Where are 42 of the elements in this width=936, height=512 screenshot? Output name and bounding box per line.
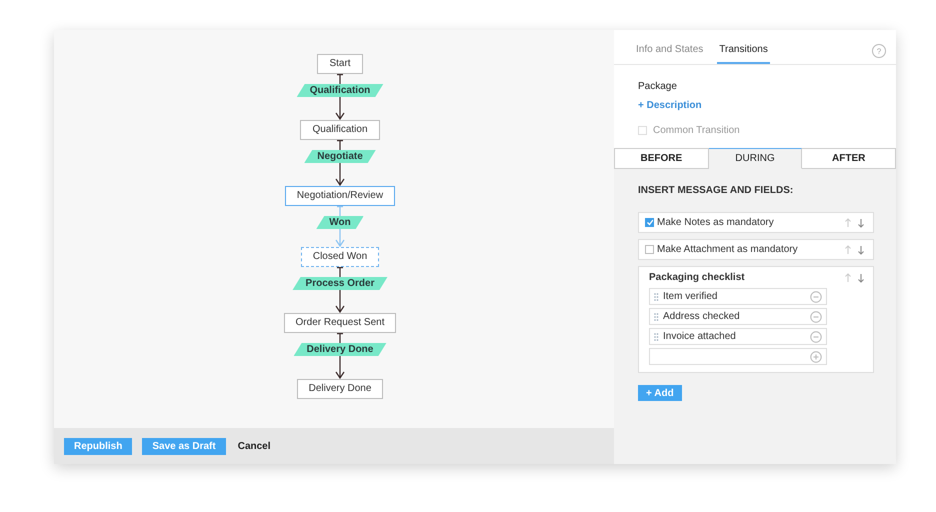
move-down-icon[interactable]	[857, 218, 865, 228]
checklist-item[interactable]: Item verified	[649, 288, 827, 305]
drag-handle-icon[interactable]	[654, 292, 659, 300]
move-down-icon[interactable]	[857, 272, 865, 282]
move-up-icon[interactable]	[844, 272, 852, 282]
cancel-link[interactable]: Cancel	[236, 438, 273, 454]
checklist-title: Packaging checklist	[649, 272, 746, 283]
phase-tab[interactable]: BEFORE	[614, 148, 709, 169]
field-label: Make Notes as mandatory	[657, 217, 775, 228]
phase-tab[interactable]: AFTER	[802, 148, 896, 169]
state-node[interactable]: Delivery Done	[296, 379, 384, 399]
phase-tab[interactable]: DURING	[708, 148, 802, 169]
transition-label[interactable]: Delivery Done	[294, 343, 386, 356]
drag-handle-icon[interactable]	[654, 312, 659, 320]
transition-label[interactable]: Won	[316, 216, 364, 229]
transition-name: Package	[638, 81, 678, 92]
move-down-icon[interactable]	[857, 244, 865, 254]
checklist-item[interactable]: Invoice attached	[649, 328, 827, 345]
state-node[interactable]: Start	[317, 54, 363, 74]
state-node[interactable]: Order Request Sent	[284, 313, 396, 333]
transition-label[interactable]: Negotiate	[304, 150, 376, 163]
checkbox[interactable]	[645, 218, 654, 227]
add-icon[interactable]	[810, 350, 822, 362]
state-node[interactable]: Qualification	[300, 120, 380, 140]
state-node[interactable]: Closed Won	[300, 247, 380, 267]
drag-handle-icon[interactable]	[654, 332, 659, 340]
remove-icon[interactable]	[810, 330, 822, 342]
state-node[interactable]: Negotiation/Review	[284, 186, 396, 206]
panel-tab[interactable]: Transitions	[717, 44, 770, 64]
checklist-item[interactable]: Address checked	[649, 308, 827, 325]
checklist-item[interactable]	[649, 348, 827, 365]
transition-label[interactable]: Qualification	[296, 84, 384, 97]
remove-icon[interactable]	[810, 290, 822, 302]
section-title: INSERT MESSAGE AND FIELDS:	[638, 185, 794, 196]
move-up-icon[interactable]	[844, 244, 852, 254]
field-label: Make Attachment as mandatory	[657, 244, 799, 255]
checkbox[interactable]	[645, 245, 654, 254]
checkbox-label: Common Transition	[653, 125, 740, 136]
move-up-icon[interactable]	[844, 218, 852, 228]
transition-label[interactable]: Process Order	[292, 277, 388, 290]
remove-icon[interactable]	[810, 310, 822, 322]
panel-tab[interactable]: Info and States	[634, 44, 706, 64]
